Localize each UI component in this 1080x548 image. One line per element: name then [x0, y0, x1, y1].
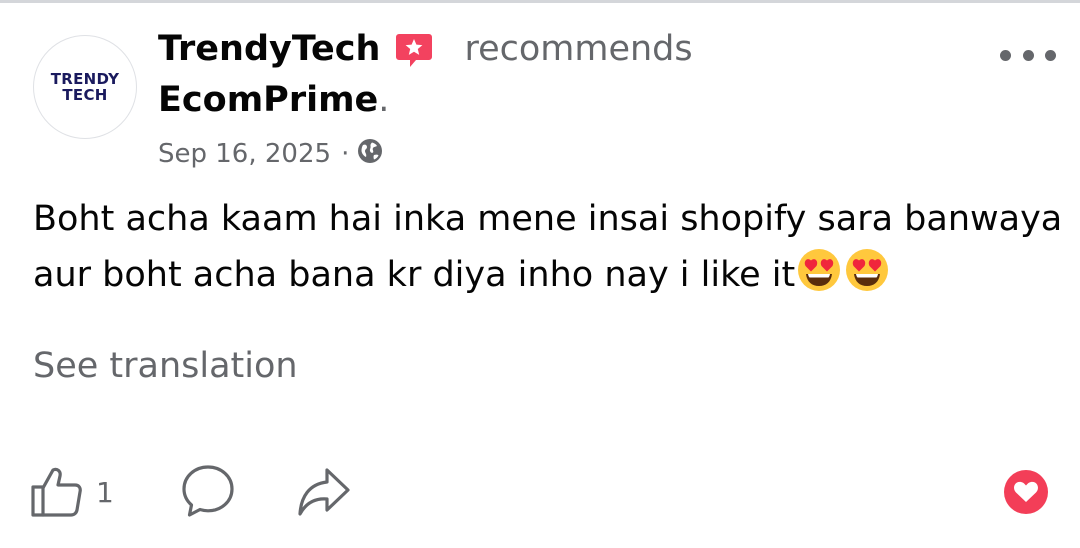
- post-header: TrendyTech recommends: [158, 24, 693, 74]
- globe-icon[interactable]: [357, 138, 383, 171]
- share-button[interactable]: [296, 465, 352, 523]
- action-bar: 1: [0, 455, 1080, 525]
- comment-icon: [182, 465, 234, 517]
- like-count: 1: [96, 475, 114, 509]
- recommended-page-name[interactable]: EcomPrime: [158, 80, 378, 120]
- thumbs-up-icon: [31, 467, 82, 517]
- post-date[interactable]: Sep 16, 2025: [158, 139, 331, 169]
- avatar-text-line2: TECH: [62, 86, 108, 104]
- period: .: [378, 80, 390, 120]
- more-options-icon[interactable]: [1000, 40, 1056, 70]
- top-divider: [0, 0, 1080, 3]
- heart-eyes-emoji: [798, 249, 841, 291]
- post-body: Boht acha kaam hai inka mene insai shopi…: [33, 192, 1063, 302]
- see-translation-link[interactable]: See translation: [33, 346, 298, 386]
- avatar[interactable]: TRENDY TECH: [33, 35, 137, 139]
- post-body-text: Boht acha kaam hai inka mene insai shopi…: [33, 199, 1063, 295]
- meta-separator: ·: [341, 139, 350, 169]
- like-button[interactable]: 1: [28, 465, 114, 519]
- author-name[interactable]: TrendyTech: [158, 29, 380, 69]
- recommendation-badge-icon: [394, 30, 434, 70]
- heart-reaction-icon[interactable]: [1004, 470, 1048, 514]
- avatar-text-line1: TRENDY: [50, 70, 120, 88]
- comment-button[interactable]: [180, 463, 236, 523]
- post-header-target: EcomPrime.: [158, 77, 389, 123]
- heart-eyes-emoji: [846, 249, 889, 291]
- post-meta: Sep 16, 2025 ·: [158, 134, 383, 174]
- action-text: recommends: [464, 29, 693, 69]
- share-icon: [298, 468, 350, 516]
